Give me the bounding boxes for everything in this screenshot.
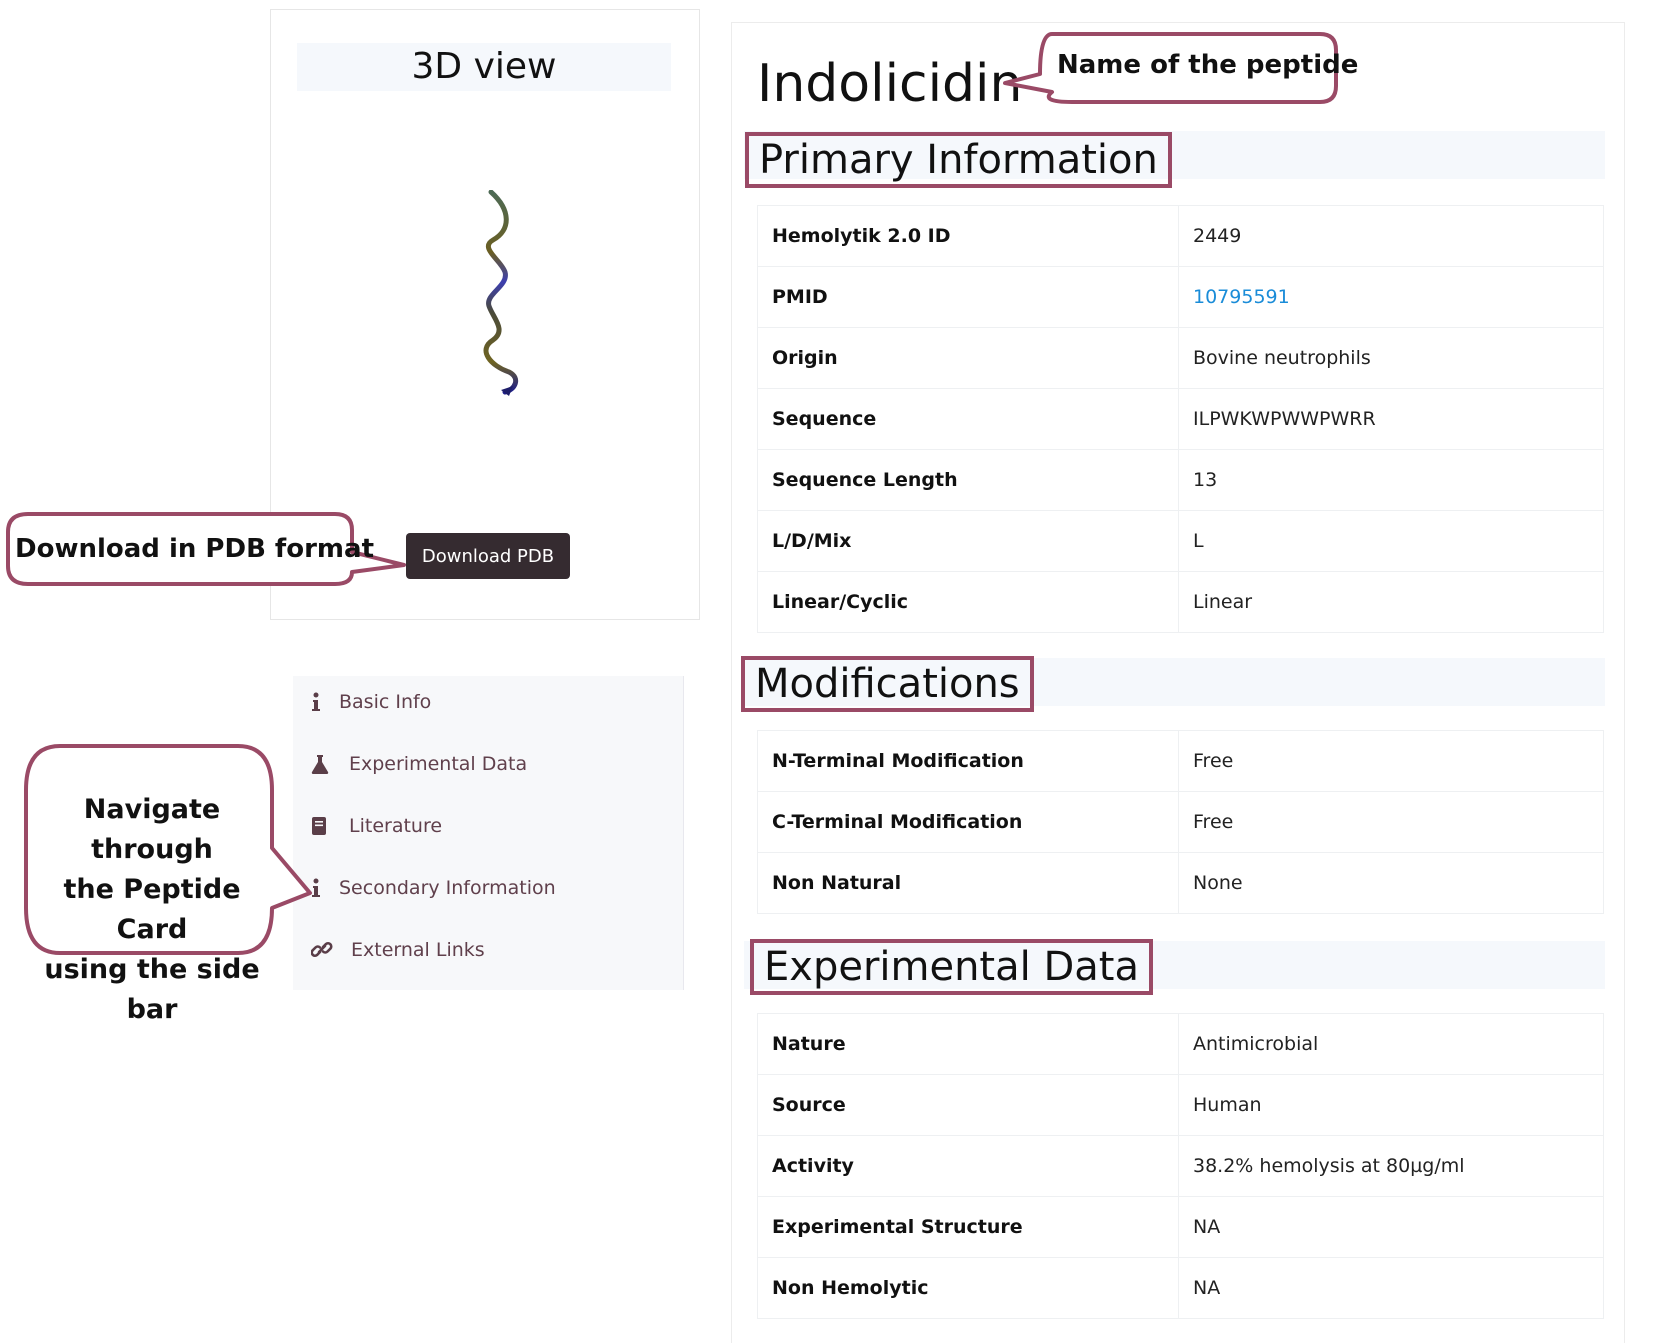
navigate-callout-label: Navigate through the Peptide Card using … bbox=[44, 794, 260, 1025]
annotation-callouts bbox=[6, 32, 1338, 955]
download-callout-label: Download in PDB format bbox=[15, 534, 374, 564]
name-callout-label: Name of the peptide bbox=[1057, 50, 1359, 80]
